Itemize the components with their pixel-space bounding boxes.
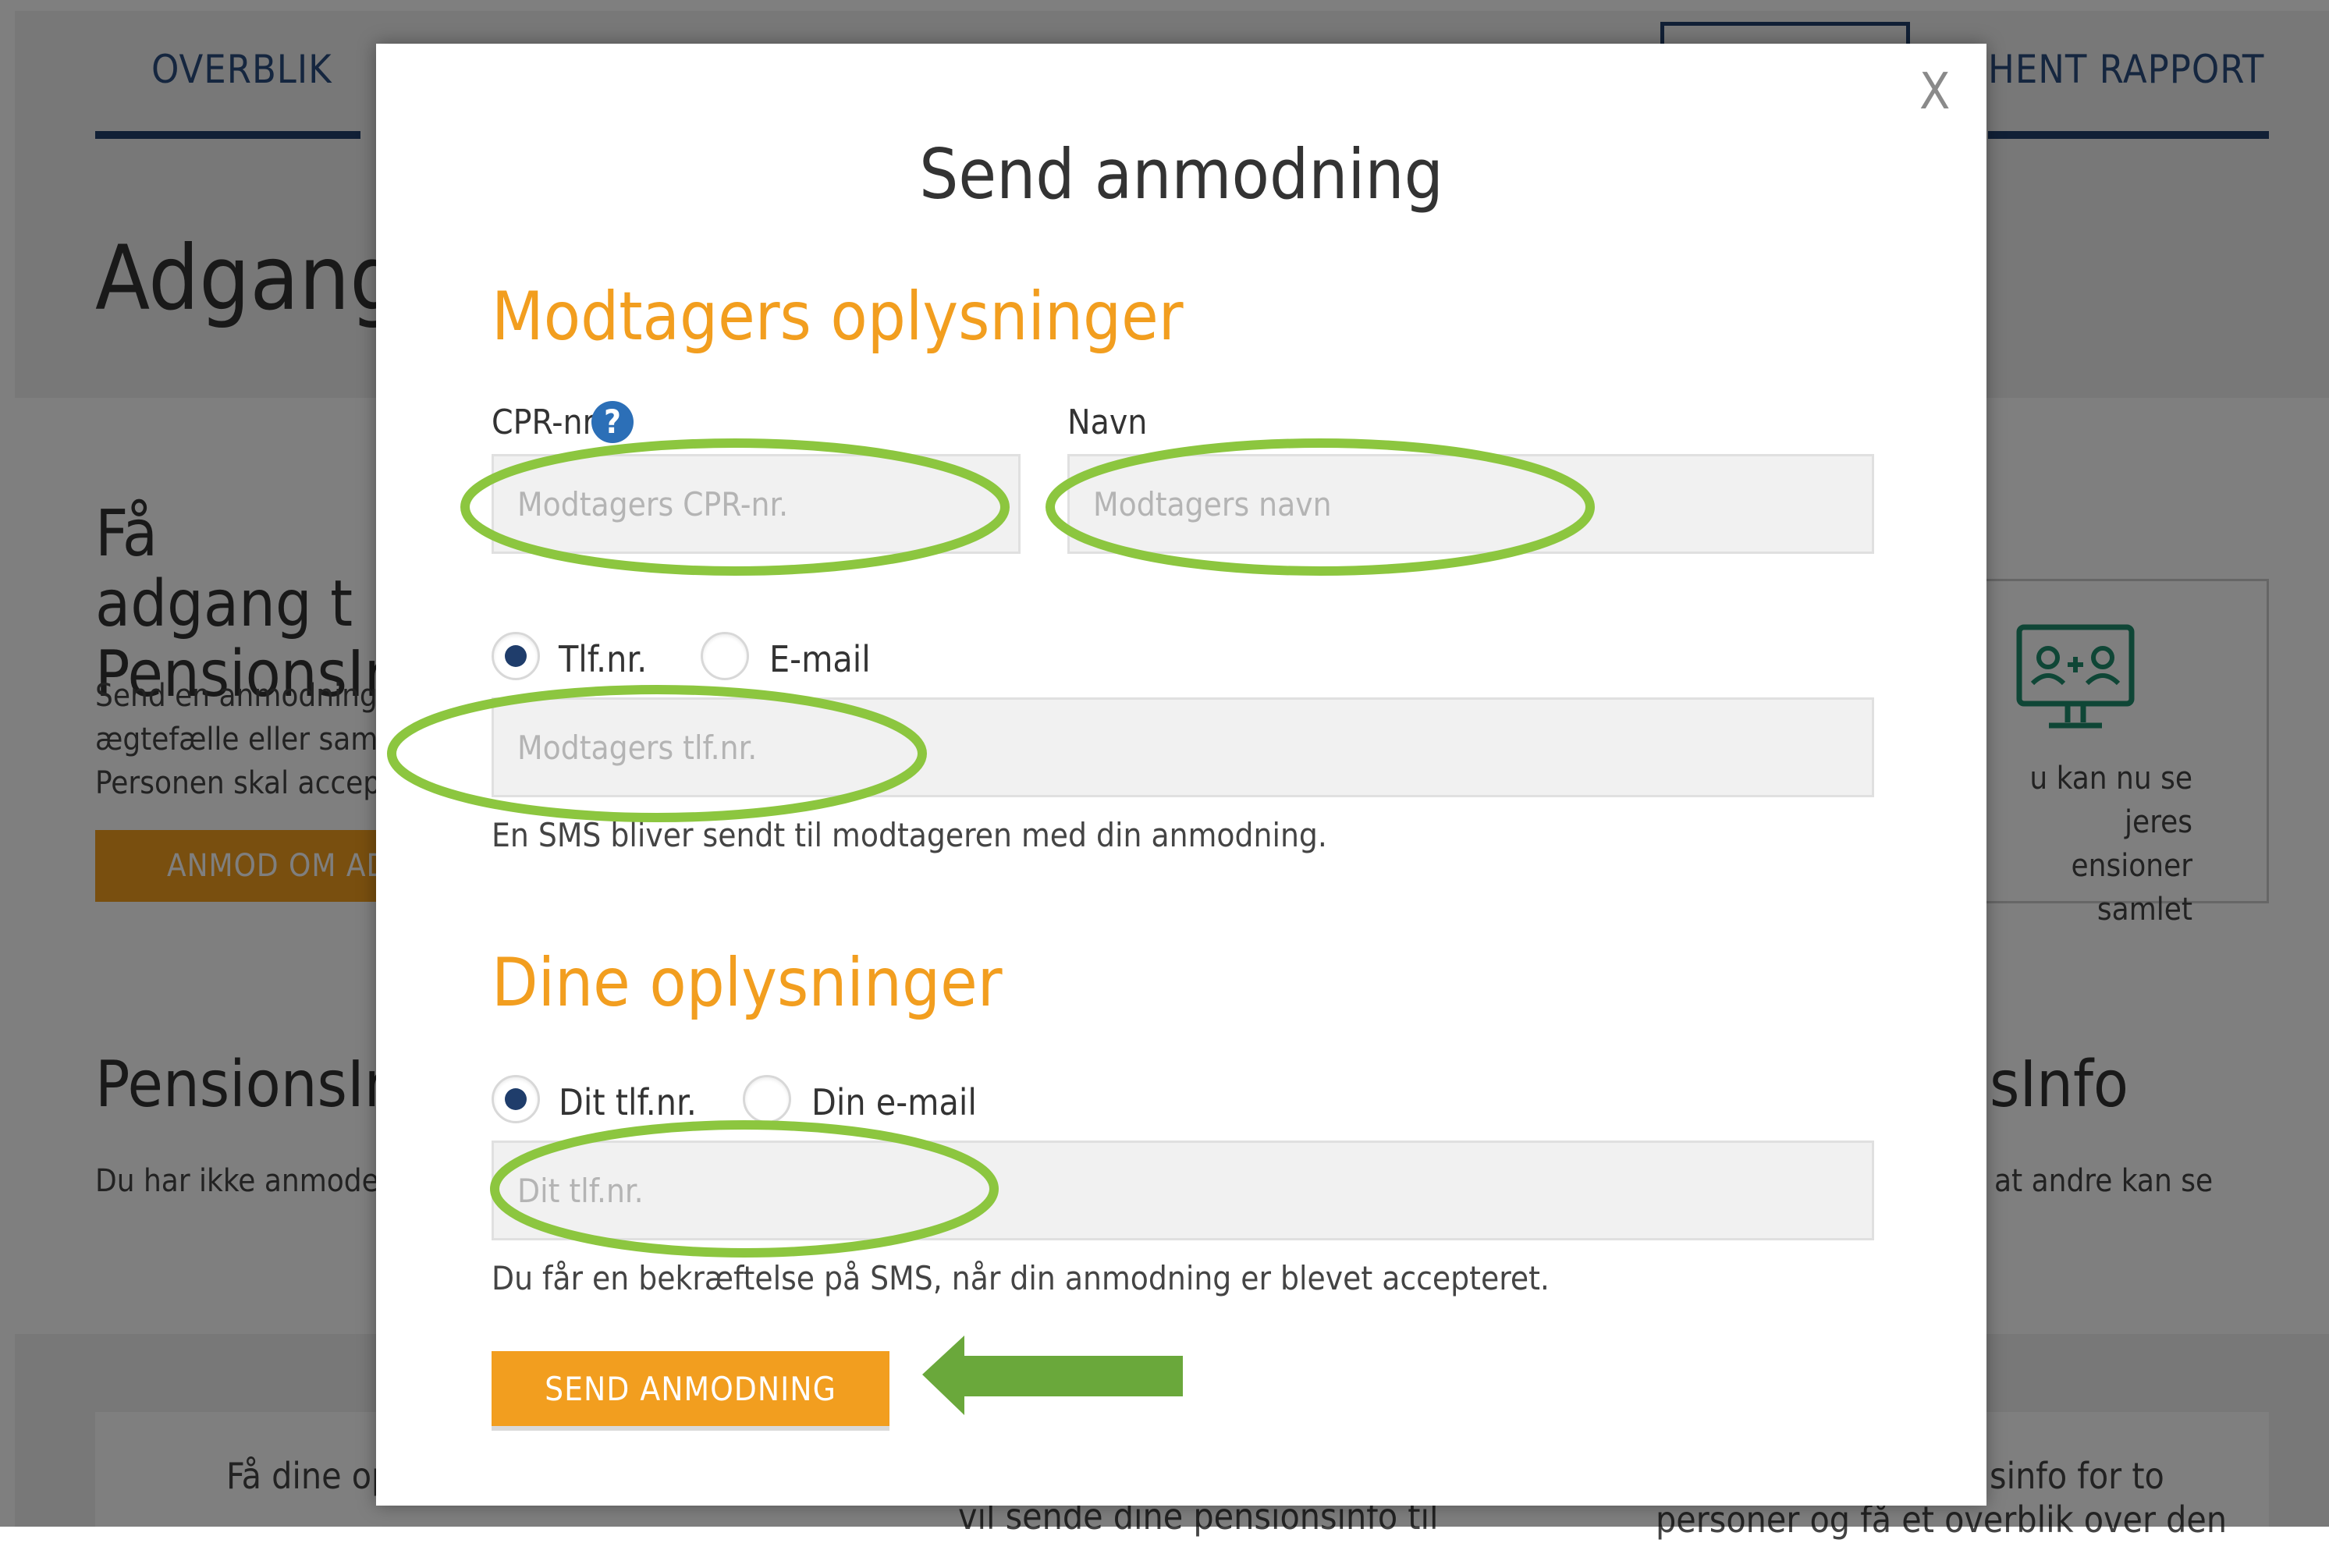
modal-title: Send anmodning: [919, 134, 1443, 215]
radio-recipient-email[interactable]: [701, 632, 749, 680]
radio-label-sender-email[interactable]: Din e-mail: [811, 1081, 977, 1123]
cpr-input[interactable]: [492, 454, 1021, 554]
close-button[interactable]: X: [1919, 67, 1950, 117]
name-input[interactable]: [1067, 454, 1874, 554]
radio-label-recipient-email[interactable]: E-mail: [769, 638, 871, 680]
radio-sender-email[interactable]: [743, 1075, 791, 1123]
recipient-section-heading: Modtagers oplysninger: [492, 278, 1184, 356]
radio-recipient-phone[interactable]: [492, 632, 540, 680]
cpr-label: CPR-nr.: [492, 403, 602, 442]
radio-label-sender-phone[interactable]: Dit tlf.nr.: [559, 1081, 697, 1123]
recipient-hint: En SMS bliver sendt til modtageren med d…: [492, 816, 1327, 854]
sender-phone-input[interactable]: [492, 1141, 1874, 1240]
radio-label-recipient-phone[interactable]: Tlf.nr.: [559, 638, 647, 680]
radio-sender-phone[interactable]: [492, 1075, 540, 1123]
sender-section-heading: Dine oplysninger: [492, 944, 1003, 1022]
sender-hint: Du får en bekræftelse på SMS, når din an…: [492, 1259, 1550, 1297]
send-request-button[interactable]: SEND ANMODNING: [492, 1351, 889, 1426]
name-label: Navn: [1067, 403, 1148, 442]
help-icon[interactable]: ?: [591, 401, 634, 443]
recipient-phone-input[interactable]: [492, 697, 1874, 797]
